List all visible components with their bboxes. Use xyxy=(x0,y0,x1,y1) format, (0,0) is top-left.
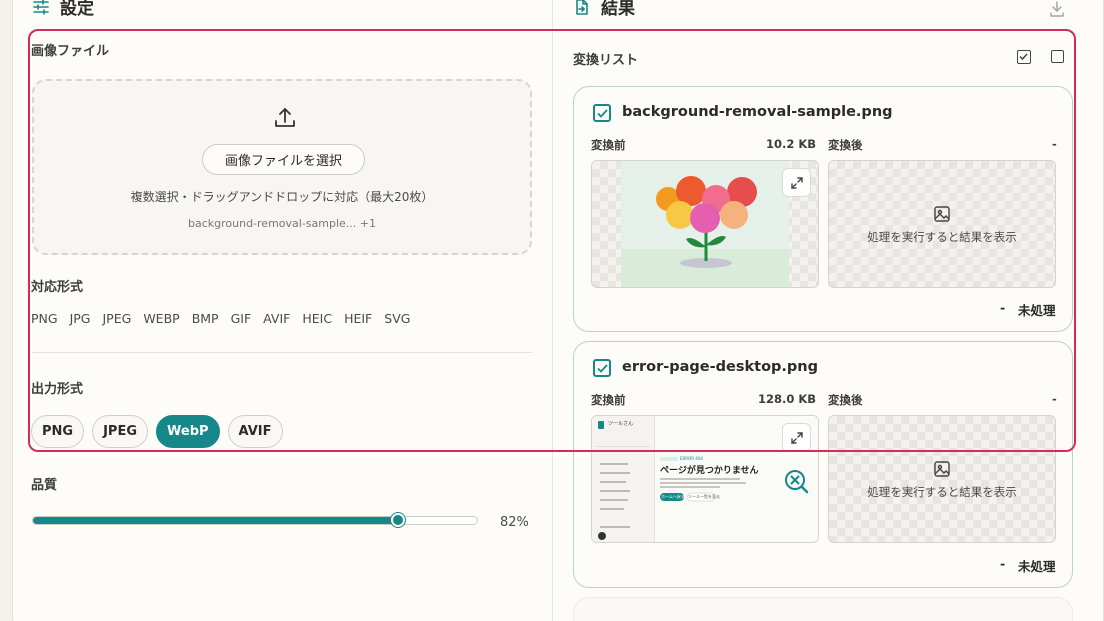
format-item: JPEG xyxy=(102,311,132,326)
file-convert-icon xyxy=(576,0,588,15)
format-item: PNG xyxy=(31,311,58,326)
thumbnail-brand: ツールさん xyxy=(608,421,634,427)
selected-files-text: background-removal-sample... +1 xyxy=(188,217,376,230)
settings-header: 設定 xyxy=(32,0,94,19)
select-all-checkbox[interactable] xyxy=(1017,50,1031,64)
expand-icon xyxy=(790,431,803,444)
card-checkbox[interactable] xyxy=(593,104,611,122)
quality-slider[interactable] xyxy=(32,516,478,525)
output-format-png[interactable]: PNG xyxy=(31,415,85,448)
file-dropzone[interactable]: 画像ファイルを選択 複数選択・ドラッグアンドドロップに対応（最大20枚） bac… xyxy=(32,79,532,255)
results-header: 結果 xyxy=(573,0,635,19)
after-label: 変換後 xyxy=(828,138,863,152)
before-preview[interactable]: ツールさん ERROR 404 ページが見つかりません ホームへ戻る ツール一覧… xyxy=(591,415,819,543)
image-icon xyxy=(934,206,950,222)
before-preview[interactable] xyxy=(591,160,819,288)
select-image-button[interactable]: 画像ファイルを選択 xyxy=(202,144,365,175)
expand-button[interactable] xyxy=(782,168,811,197)
after-size: - xyxy=(1052,137,1057,151)
before-size: 128.0 KB xyxy=(758,392,817,406)
format-item: HEIC xyxy=(302,311,333,326)
output-format-webp[interactable]: WebP xyxy=(156,415,220,448)
quality-slider-thumb[interactable] xyxy=(390,513,405,527)
card-filename: background-removal-sample.png xyxy=(622,104,893,120)
card-filename: error-page-desktop.png xyxy=(622,359,819,375)
format-item: JPG xyxy=(69,311,91,326)
format-item: BMP xyxy=(191,311,219,326)
results-title: 結果 xyxy=(601,0,635,19)
quality-value: 82% xyxy=(500,515,529,530)
quality-label: 品質 xyxy=(31,478,58,493)
output-format-jpeg[interactable]: JPEG xyxy=(92,415,148,448)
output-format-label: 出力形式 xyxy=(31,382,84,397)
expand-button[interactable] xyxy=(782,423,811,452)
dropzone-note: 複数選択・ドラッグアンドドロップに対応（最大20枚） xyxy=(130,190,434,204)
supported-formats-list: PNG JPG JPEG WEBP BMP GIF AVIF HEIC HEIF… xyxy=(31,311,410,326)
thumbnail-home-button: ホームへ戻る xyxy=(661,494,685,499)
check-icon xyxy=(1019,53,1028,61)
after-label: 変換後 xyxy=(828,393,863,407)
before-size: 10.2 KB xyxy=(766,137,817,151)
upload-icon xyxy=(275,108,295,127)
format-item: HEIF xyxy=(344,311,373,326)
before-label: 変換前 xyxy=(591,393,626,407)
check-icon xyxy=(597,109,608,118)
after-preview: 処理を実行すると結果を表示 xyxy=(828,160,1056,288)
status-badge: 未処理 xyxy=(1018,303,1056,318)
status-size: - xyxy=(1000,300,1006,315)
thumbnail-heading: ページが見つかりません xyxy=(660,466,759,476)
settings-title: 設定 xyxy=(60,0,94,19)
supported-formats-label: 対応形式 xyxy=(31,280,84,295)
thumbnail-tag: ERROR 404 xyxy=(680,456,703,461)
quality-slider-fill xyxy=(33,517,398,524)
card-checkbox[interactable] xyxy=(593,359,611,377)
result-card: background-removal-sample.png 変換前 10.2 K… xyxy=(573,86,1073,332)
status-size: - xyxy=(1000,556,1006,571)
output-format-avif[interactable]: AVIF xyxy=(227,415,283,448)
download-icon[interactable] xyxy=(1048,0,1066,18)
result-card: error-page-desktop.png 変換前 128.0 KB 変換後 … xyxy=(573,341,1073,588)
image-file-label: 画像ファイル xyxy=(31,44,110,59)
status-badge: 未処理 xyxy=(1018,559,1056,574)
convert-list-label: 変換リスト xyxy=(573,53,639,68)
after-preview: 処理を実行すると結果を表示 xyxy=(828,415,1056,543)
image-icon xyxy=(934,461,950,477)
expand-icon xyxy=(790,176,803,189)
format-item: AVIF xyxy=(263,311,291,326)
after-placeholder: 処理を実行すると結果を表示 xyxy=(867,485,1017,499)
format-item: WEBP xyxy=(143,311,180,326)
thumbnail-tools-link: ツール一覧を見る xyxy=(688,494,720,499)
deselect-all-checkbox[interactable] xyxy=(1051,50,1064,63)
result-card-partial xyxy=(573,597,1073,621)
section-divider xyxy=(32,352,532,353)
before-label: 変換前 xyxy=(591,138,626,152)
output-format-group: PNG JPEG WebP AVIF xyxy=(31,415,283,448)
after-size: - xyxy=(1052,392,1057,406)
after-placeholder: 処理を実行すると結果を表示 xyxy=(867,230,1017,244)
column-divider xyxy=(552,0,553,621)
format-item: SVG xyxy=(384,311,411,326)
sliders-icon xyxy=(33,0,49,15)
check-icon xyxy=(597,364,608,373)
format-item: GIF xyxy=(230,311,252,326)
